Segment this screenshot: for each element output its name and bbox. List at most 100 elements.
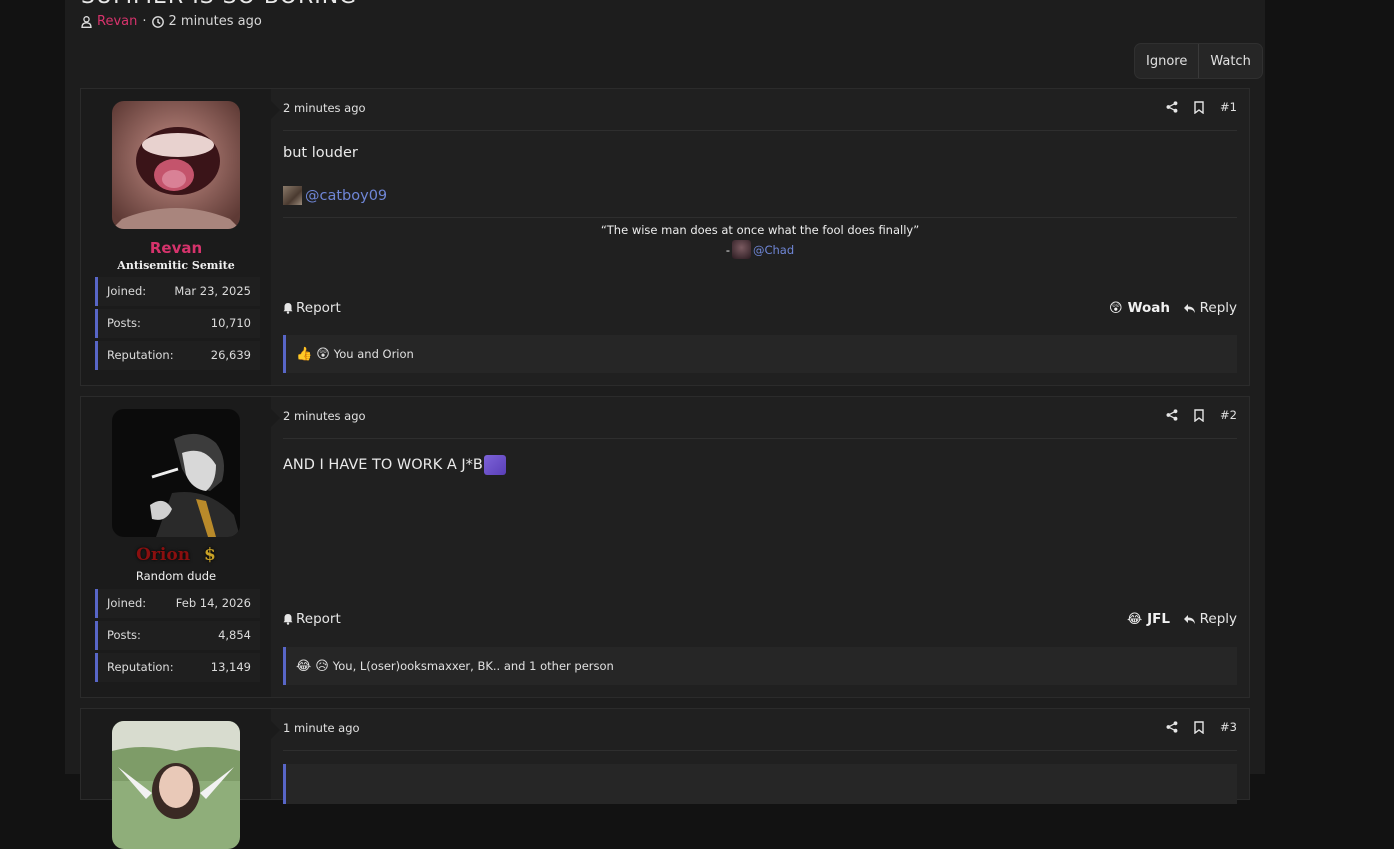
user-title: Antisemitic Semite [117, 259, 235, 272]
reaction-label: JFL [1147, 611, 1170, 627]
post-number[interactable]: #3 [1220, 720, 1237, 734]
avatar[interactable] [112, 409, 240, 537]
thread-actions: Ignore Watch [1134, 43, 1263, 79]
dollar-badge-icon: $ [204, 545, 216, 565]
thread-author-link[interactable]: Revan [97, 14, 137, 29]
bookmark-icon[interactable] [1194, 720, 1204, 734]
post-message: 2 minutes ago #1 but louder @catboy09 “T [271, 89, 1249, 385]
post-footer: Report 😲 Woah Reply [283, 298, 1237, 320]
mention-avatar[interactable] [283, 186, 302, 205]
stat-value: 13,149 [210, 660, 251, 674]
post-number[interactable]: #1 [1220, 100, 1237, 114]
stat-joined: Joined: Feb 14, 2026 [95, 589, 260, 618]
share-icon[interactable] [1166, 721, 1178, 733]
user-icon [81, 15, 92, 28]
stat-value[interactable]: 4,854 [218, 628, 251, 642]
watch-button[interactable]: Watch [1198, 44, 1261, 78]
report-button[interactable]: Report [283, 611, 341, 627]
share-icon[interactable] [1166, 409, 1178, 421]
avatar[interactable] [112, 721, 240, 849]
emoji-sticker-icon [483, 455, 506, 475]
post-header: 1 minute ago #3 [283, 709, 1237, 751]
stat-joined: Joined: Mar 23, 2025 [95, 277, 260, 306]
post-footer: Report 😂 JFL Reply [283, 609, 1237, 631]
surprised-emoji-icon: 😲 [316, 346, 330, 362]
mention-line: @catboy09 [283, 186, 387, 205]
reply-label: Reply [1199, 300, 1237, 316]
username[interactable]: Orion $ [81, 545, 271, 565]
stat-reputation: Reputation: 13,149 [95, 653, 260, 682]
reply-icon [1183, 303, 1196, 314]
report-button[interactable]: Report [283, 300, 341, 316]
reply-button[interactable]: Reply [1183, 300, 1237, 316]
quote-block [283, 764, 1237, 804]
bell-icon [283, 613, 293, 625]
meta-separator: · [142, 14, 147, 29]
post-body: but louder [283, 145, 358, 161]
reaction-label: Woah [1127, 300, 1170, 316]
stat-value: Mar 23, 2025 [174, 284, 251, 298]
stat-label: Posts: [107, 628, 141, 642]
reactions-bar[interactable]: 😂 😥 You, L(oser)ooksmaxxer, BK.. and 1 o… [283, 647, 1237, 685]
stat-label: Reputation: [107, 660, 174, 674]
post-message: 1 minute ago #3 [271, 709, 1249, 804]
stat-value: 26,639 [210, 348, 251, 362]
reaction-users[interactable]: You and Orion [334, 347, 414, 361]
reactions-bar[interactable]: 👍 😲 You and Orion [283, 335, 1237, 373]
thread-time[interactable]: 2 minutes ago [169, 14, 262, 29]
post-header-actions: #1 [1166, 100, 1237, 114]
signature-avatar[interactable] [731, 240, 751, 259]
stat-value: Feb 14, 2026 [175, 596, 251, 610]
stat-value[interactable]: 10,710 [211, 316, 251, 330]
signature-author: - @Chad [283, 240, 1237, 259]
post-body: AND I HAVE TO WORK A J*B [283, 457, 483, 473]
signature: “The wise man does at once what the fool… [283, 217, 1237, 268]
stat-posts: Posts: 10,710 [95, 309, 260, 338]
thread-container: SUMMER IS SO BORING Revan · 2 minutes ag… [65, 0, 1265, 849]
bookmark-icon[interactable] [1194, 408, 1204, 422]
reaction-button[interactable]: 😂 JFL [1127, 611, 1170, 627]
report-label: Report [296, 300, 341, 316]
stat-reputation: Reputation: 26,639 [95, 341, 260, 370]
ignore-button[interactable]: Ignore [1135, 44, 1198, 78]
reaction-users[interactable]: You, L(oser)ooksmaxxer, BK.. and 1 other… [333, 659, 614, 673]
reply-icon [1183, 614, 1196, 625]
post-number[interactable]: #2 [1220, 408, 1237, 422]
post-body-line: AND I HAVE TO WORK A J*B [283, 455, 506, 475]
bell-icon [283, 302, 293, 314]
post: 1 minute ago #3 [80, 708, 1250, 849]
post-header-actions: #3 [1166, 720, 1237, 734]
reaction-button[interactable]: 😲 Woah [1109, 300, 1170, 316]
share-icon[interactable] [1166, 101, 1178, 113]
username-text: Orion [136, 545, 191, 565]
post-date[interactable]: 1 minute ago [283, 721, 360, 735]
post-date[interactable]: 2 minutes ago [283, 101, 366, 115]
stat-label: Posts: [107, 316, 141, 330]
post-header: 2 minutes ago #2 [283, 397, 1237, 439]
stat-label: Joined: [107, 284, 147, 298]
reply-label: Reply [1199, 611, 1237, 627]
thread-title: SUMMER IS SO BORING [81, 0, 357, 9]
laughing-emoji-icon: 😂 [1126, 611, 1143, 627]
post-message: 2 minutes ago #2 AND I HAVE TO WORK A J*… [271, 397, 1249, 697]
stat-label: Reputation: [107, 348, 174, 362]
post-user-info: Orion $ Random dude Joined: Feb 14, 2026… [81, 397, 271, 697]
signature-quote: “The wise man does at once what the fool… [600, 223, 920, 237]
post-header-actions: #2 [1166, 408, 1237, 422]
avatar[interactable] [112, 101, 240, 229]
like-emoji-icon: 👍 [296, 346, 313, 362]
reply-button[interactable]: Reply [1183, 611, 1237, 627]
post-date[interactable]: 2 minutes ago [283, 409, 366, 423]
post-user-info: Revan Antisemitic Semite Joined: Mar 23,… [81, 89, 271, 385]
username[interactable]: Revan [81, 239, 271, 257]
signature-mention[interactable]: @Chad [753, 243, 794, 257]
bookmark-icon[interactable] [1194, 100, 1204, 114]
mention-link[interactable]: @catboy09 [305, 188, 387, 204]
laughing-emoji-icon: 😂 [296, 658, 312, 674]
post: Orion $ Random dude Joined: Feb 14, 2026… [80, 396, 1250, 698]
post: Revan Antisemitic Semite Joined: Mar 23,… [80, 88, 1250, 386]
post-user-info [81, 709, 271, 849]
stat-posts: Posts: 4,854 [95, 621, 260, 650]
thread-meta: Revan · 2 minutes ago [81, 14, 262, 29]
clock-icon [151, 15, 164, 28]
